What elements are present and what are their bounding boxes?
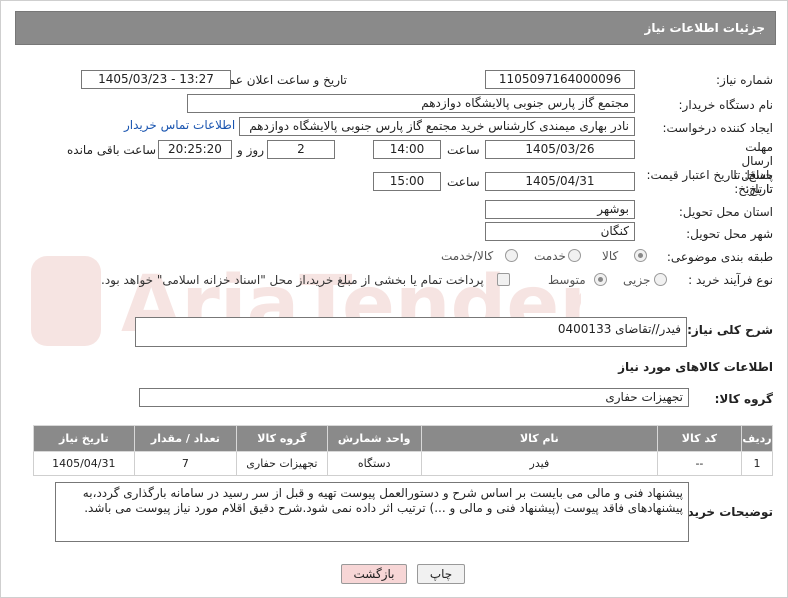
reply-date-field: 1405/03/26 — [485, 140, 635, 159]
category-service-radio[interactable] — [568, 249, 581, 262]
creator-field: نادر بهاری میمندی کارشناس خرید مجتمع گاز… — [239, 117, 635, 136]
cell-unit: دستگاه — [326, 451, 422, 476]
category-goods-label: کالا — [602, 249, 619, 263]
cell-need-date: 1405/04/31 — [33, 451, 135, 476]
price-date-field: 1405/04/31 — [485, 172, 635, 191]
goods-section-title: اطلاعات کالاهای مورد نیاز — [618, 360, 773, 374]
cell-goods-code: -- — [656, 451, 743, 476]
page-title: جزئیات اطلاعات نیاز — [644, 21, 765, 35]
buyer-notes-field: پیشنهاد فنی و مالی می بایست بر اساس شرح … — [55, 482, 689, 542]
city-label: شهر محل تحویل: — [686, 227, 773, 241]
price-time-word: ساعت — [447, 175, 480, 189]
treasury-payment-checkbox[interactable] — [497, 273, 510, 286]
description-label: شرح کلی نیاز: — [687, 323, 773, 337]
reply-time-field: 14:00 — [373, 140, 441, 159]
announce-field: 1405/03/23 - 13:27 — [81, 70, 231, 89]
city-field: کنگان — [485, 222, 635, 241]
buyer-contact-link[interactable]: اطلاعات تماس خریدار — [124, 118, 235, 132]
cell-quantity: 7 — [133, 451, 238, 476]
col-unit: واحد شمارش — [326, 425, 422, 452]
col-goods-group: گروه کالا — [236, 425, 328, 452]
buyer-field: مجتمع گاز پارس جنوبی پالایشگاه دوازدهم — [187, 94, 635, 113]
process-minor-label: جزیی — [623, 273, 651, 287]
description-field: فیدر//تقاضای 0400133 — [135, 317, 687, 347]
col-goods-code: کد کالا — [656, 425, 743, 452]
category-both-radio[interactable] — [505, 249, 518, 262]
remaining-time-field: 20:25:20 — [158, 140, 232, 159]
price-time-field: 15:00 — [373, 172, 441, 191]
col-goods-name: نام کالا — [420, 425, 658, 452]
remaining-word: ساعت باقی مانده — [67, 143, 157, 157]
treasury-payment-note: پرداخت تمام یا بخشی از مبلغ خرید،از محل … — [101, 273, 484, 287]
goods-table: ردیف کد کالا نام کالا واحد شمارش گروه کا… — [33, 425, 773, 476]
watermark-shield-icon — [31, 256, 101, 346]
col-need-date: تاریخ نیاز — [33, 425, 135, 452]
creator-label: ایجاد کننده درخواست: — [662, 121, 773, 135]
col-quantity: تعداد / مقدار — [133, 425, 238, 452]
page-frame: جزئیات اطلاعات نیاز AriaTender.net شماره… — [0, 0, 788, 598]
col-row-number: ردیف — [741, 425, 773, 452]
goods-group-field: تجهیزات حفاری — [139, 388, 689, 407]
process-minor-radio[interactable] — [654, 273, 667, 286]
page-header: جزئیات اطلاعات نیاز — [15, 11, 776, 45]
goods-table-header: ردیف کد کالا نام کالا واحد شمارش گروه کا… — [33, 425, 773, 452]
category-goods-radio[interactable] — [634, 249, 647, 262]
price-deadline-label: حداقل تاریخ اعتبار قیمت: تا تاریخ: — [643, 168, 773, 196]
need-number-field: 1105097164000096 — [485, 70, 635, 89]
goods-group-label: گروه کالا: — [714, 392, 773, 406]
category-label: طبقه بندی موضوعی: — [666, 250, 773, 264]
province-field: بوشهر — [485, 200, 635, 219]
need-number-label: شماره نیاز: — [716, 73, 773, 87]
reply-time-word: ساعت — [447, 143, 480, 157]
province-label: استان محل تحویل: — [678, 205, 773, 219]
cell-goods-name: فیدر — [420, 451, 658, 476]
process-label: نوع فرآیند خرید : — [688, 273, 773, 287]
process-medium-label: متوسط — [548, 273, 586, 287]
back-button[interactable]: بازگشت — [341, 564, 407, 584]
price-deadline-text: حداقل تاریخ اعتبار قیمت: تا تاریخ: — [646, 168, 773, 196]
category-service-label: خدمت — [534, 249, 566, 263]
category-both-label: کالا/خدمت — [441, 249, 494, 263]
buyer-label: نام دستگاه خریدار: — [678, 98, 774, 112]
print-button[interactable]: چاپ — [417, 564, 465, 584]
cell-goods-group: تجهیزات حفاری — [236, 451, 328, 476]
process-medium-radio[interactable] — [594, 273, 607, 286]
days-remaining-field: 2 — [267, 140, 335, 159]
cell-row-number: 1 — [741, 451, 773, 476]
days-word: روز و — [237, 143, 264, 157]
table-row: 1 -- فیدر دستگاه تجهیزات حفاری 7 1405/04… — [33, 451, 773, 476]
